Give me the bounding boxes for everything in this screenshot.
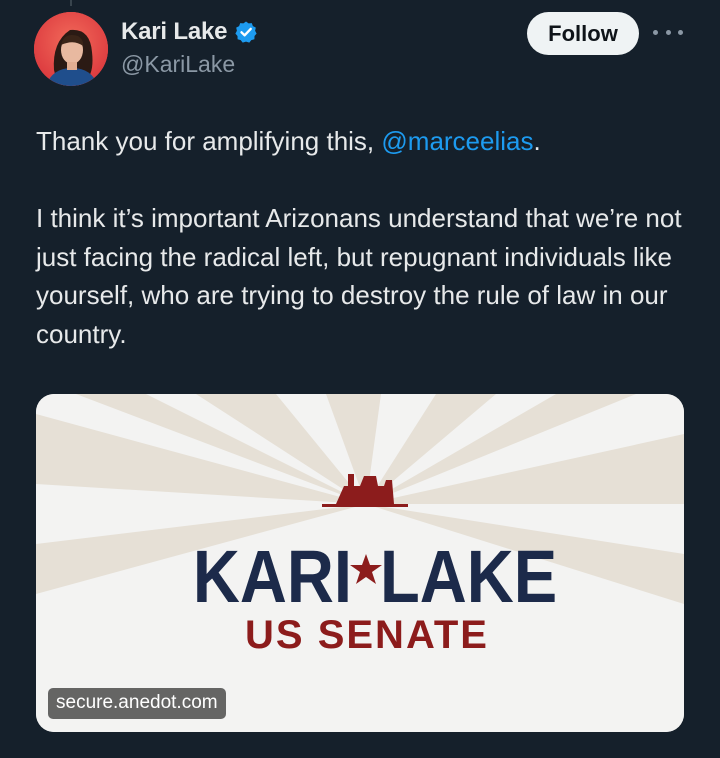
verified-badge-icon — [234, 20, 258, 44]
logo-line-1-left: KARI — [193, 535, 352, 618]
tweet: Kari Lake @KariLake Follow Thank you for… — [0, 0, 720, 758]
more-options-icon[interactable] — [653, 22, 683, 42]
follow-button[interactable]: Follow — [527, 12, 639, 55]
tweet-text-part: Thank you for amplifying this, — [36, 126, 382, 156]
link-card[interactable]: KARI LAKE US SENATE secure.anedot.com — [36, 394, 684, 732]
more-dot — [665, 29, 671, 35]
display-name[interactable]: Kari Lake — [121, 18, 227, 46]
avatar[interactable] — [34, 12, 108, 86]
card-domain-label: secure.anedot.com — [48, 688, 226, 719]
more-dot — [678, 29, 683, 35]
logo-line-1-right: LAKE — [380, 535, 557, 618]
mention-link[interactable]: @marceelias — [381, 126, 533, 156]
tweet-text-part: . — [533, 126, 541, 156]
handle[interactable]: @KariLake — [121, 51, 258, 78]
more-dot — [653, 29, 658, 35]
name-row: Kari Lake — [121, 18, 258, 46]
tweet-paragraph-1: Thank you for amplifying this, @marceeli… — [36, 122, 696, 161]
tweet-text: Thank you for amplifying this, @marceeli… — [36, 122, 696, 353]
card-image: KARI LAKE US SENATE — [36, 394, 684, 732]
logo-line-2: US SENATE — [245, 613, 489, 657]
tweet-paragraph-2: I think it’s important Arizonans underst… — [36, 203, 682, 349]
thread-line — [70, 0, 72, 6]
avatar-image — [34, 12, 108, 86]
author-block: Kari Lake @KariLake — [121, 18, 258, 78]
